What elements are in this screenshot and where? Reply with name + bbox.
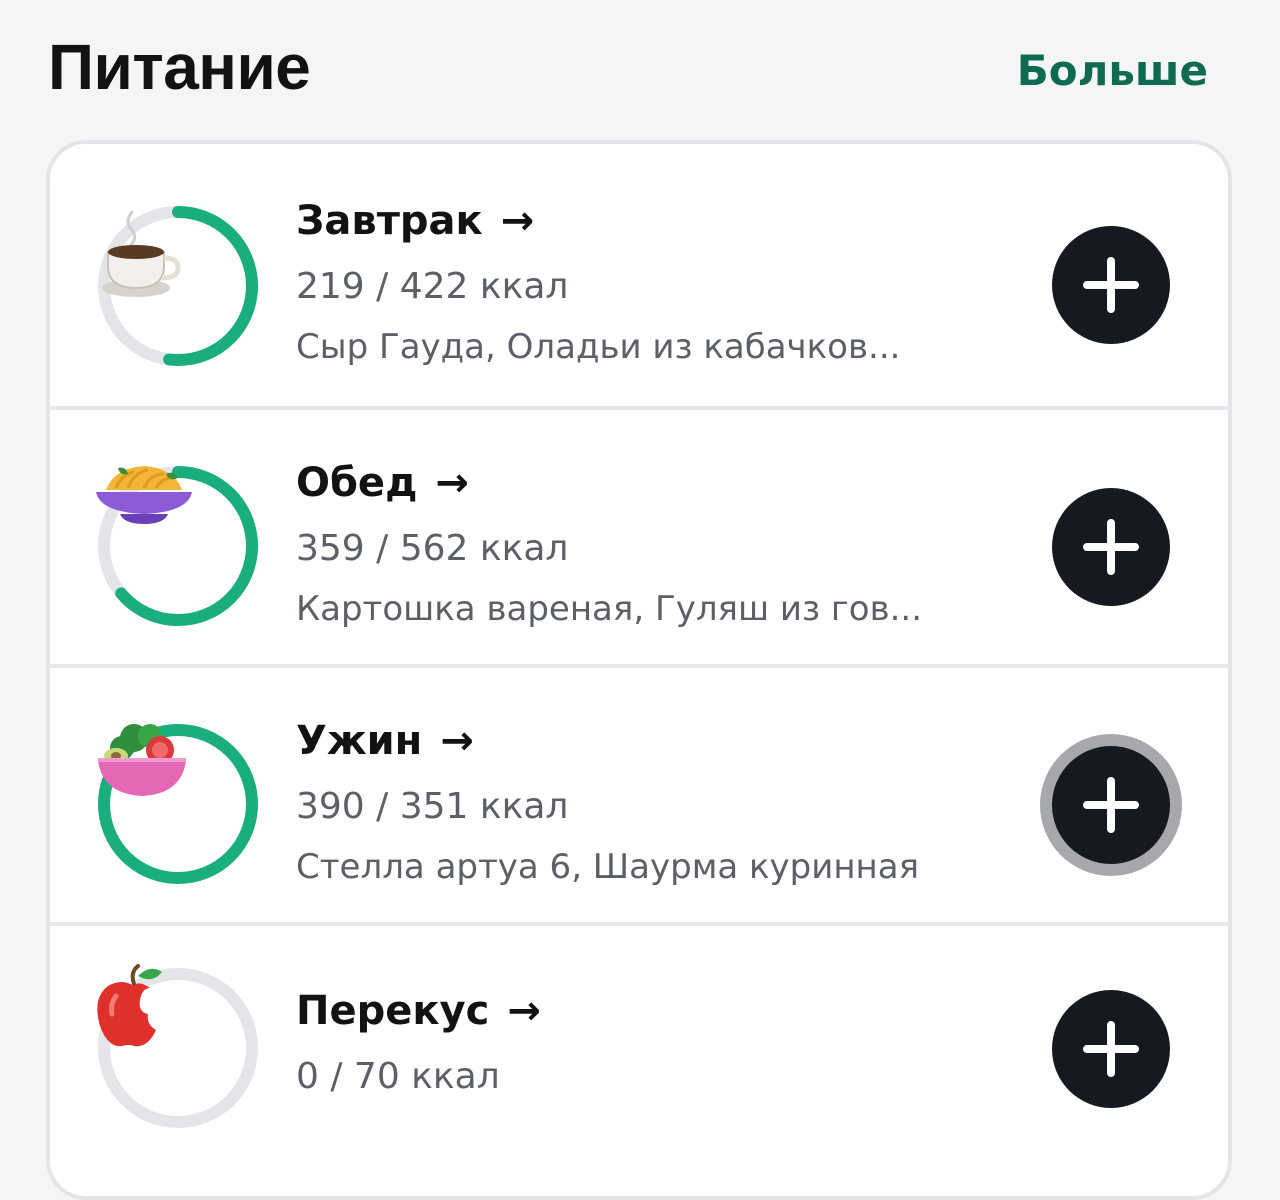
nutrition-header: Питание Больше [48,22,1208,112]
plus-icon [1083,257,1139,313]
add-food-button[interactable] [1052,488,1170,606]
meal-title: Завтрак [296,198,483,244]
meal-kcal: 0 / 70 ккал [296,1056,500,1097]
meal-title: Обед [296,460,418,506]
meal-title-link[interactable]: Завтрак → [296,198,900,244]
meal-row-snack: Перекус → 0 / 70 ккал [50,922,1228,1180]
meal-kcal: 219 / 422 ккал [296,266,569,307]
add-food-button[interactable] [1052,746,1170,864]
plus-icon [1083,777,1139,833]
coffee-cup-icon [94,202,262,370]
salad-bowl-icon [94,720,262,888]
more-link[interactable]: Больше [1017,46,1208,95]
pasta-plate-icon [94,462,262,630]
arrow-right-icon: → [440,718,474,764]
meal-title: Ужин [296,718,423,764]
apple-icon [94,964,262,1132]
meal-progress-ring [94,964,262,1132]
meal-title-link[interactable]: Обед → [296,460,922,506]
meal-foods: Стелла артуа 6, Шаурма куринная [296,847,920,887]
plus-icon [1083,1021,1139,1077]
meal-foods: Картошка вареная, Гуляш из гов... [296,589,923,629]
meal-title: Перекус [296,988,490,1034]
arrow-right-icon: → [507,988,541,1034]
add-food-button[interactable] [1052,226,1170,344]
meal-progress-ring [94,720,262,888]
meals-card: Завтрак → 219 / 422 ккал Сыр Гауда, Олад… [46,140,1232,1200]
meal-row-dinner: Ужин → 390 / 351 ккал Стелла артуа 6, Ша… [50,664,1228,922]
add-food-button[interactable] [1052,990,1170,1108]
meal-kcal: 390 / 351 ккал [296,786,569,827]
meal-progress-ring [94,202,262,370]
page-title: Питание [48,31,311,103]
meal-row-lunch: Обед → 359 / 562 ккал Картошка вареная, … [50,406,1228,664]
arrow-right-icon: → [500,198,535,244]
meal-title-link[interactable]: Ужин → [296,718,919,764]
meal-progress-ring [94,462,262,630]
plus-icon [1083,519,1139,575]
meal-title-link[interactable]: Перекус → [296,988,541,1034]
meal-kcal: 359 / 562 ккал [296,528,569,569]
meal-row-breakfast: Завтрак → 219 / 422 ккал Сыр Гауда, Олад… [50,144,1228,402]
meal-foods: Сыр Гауда, Оладьи из кабачков... [296,327,901,367]
arrow-right-icon: → [435,460,469,506]
